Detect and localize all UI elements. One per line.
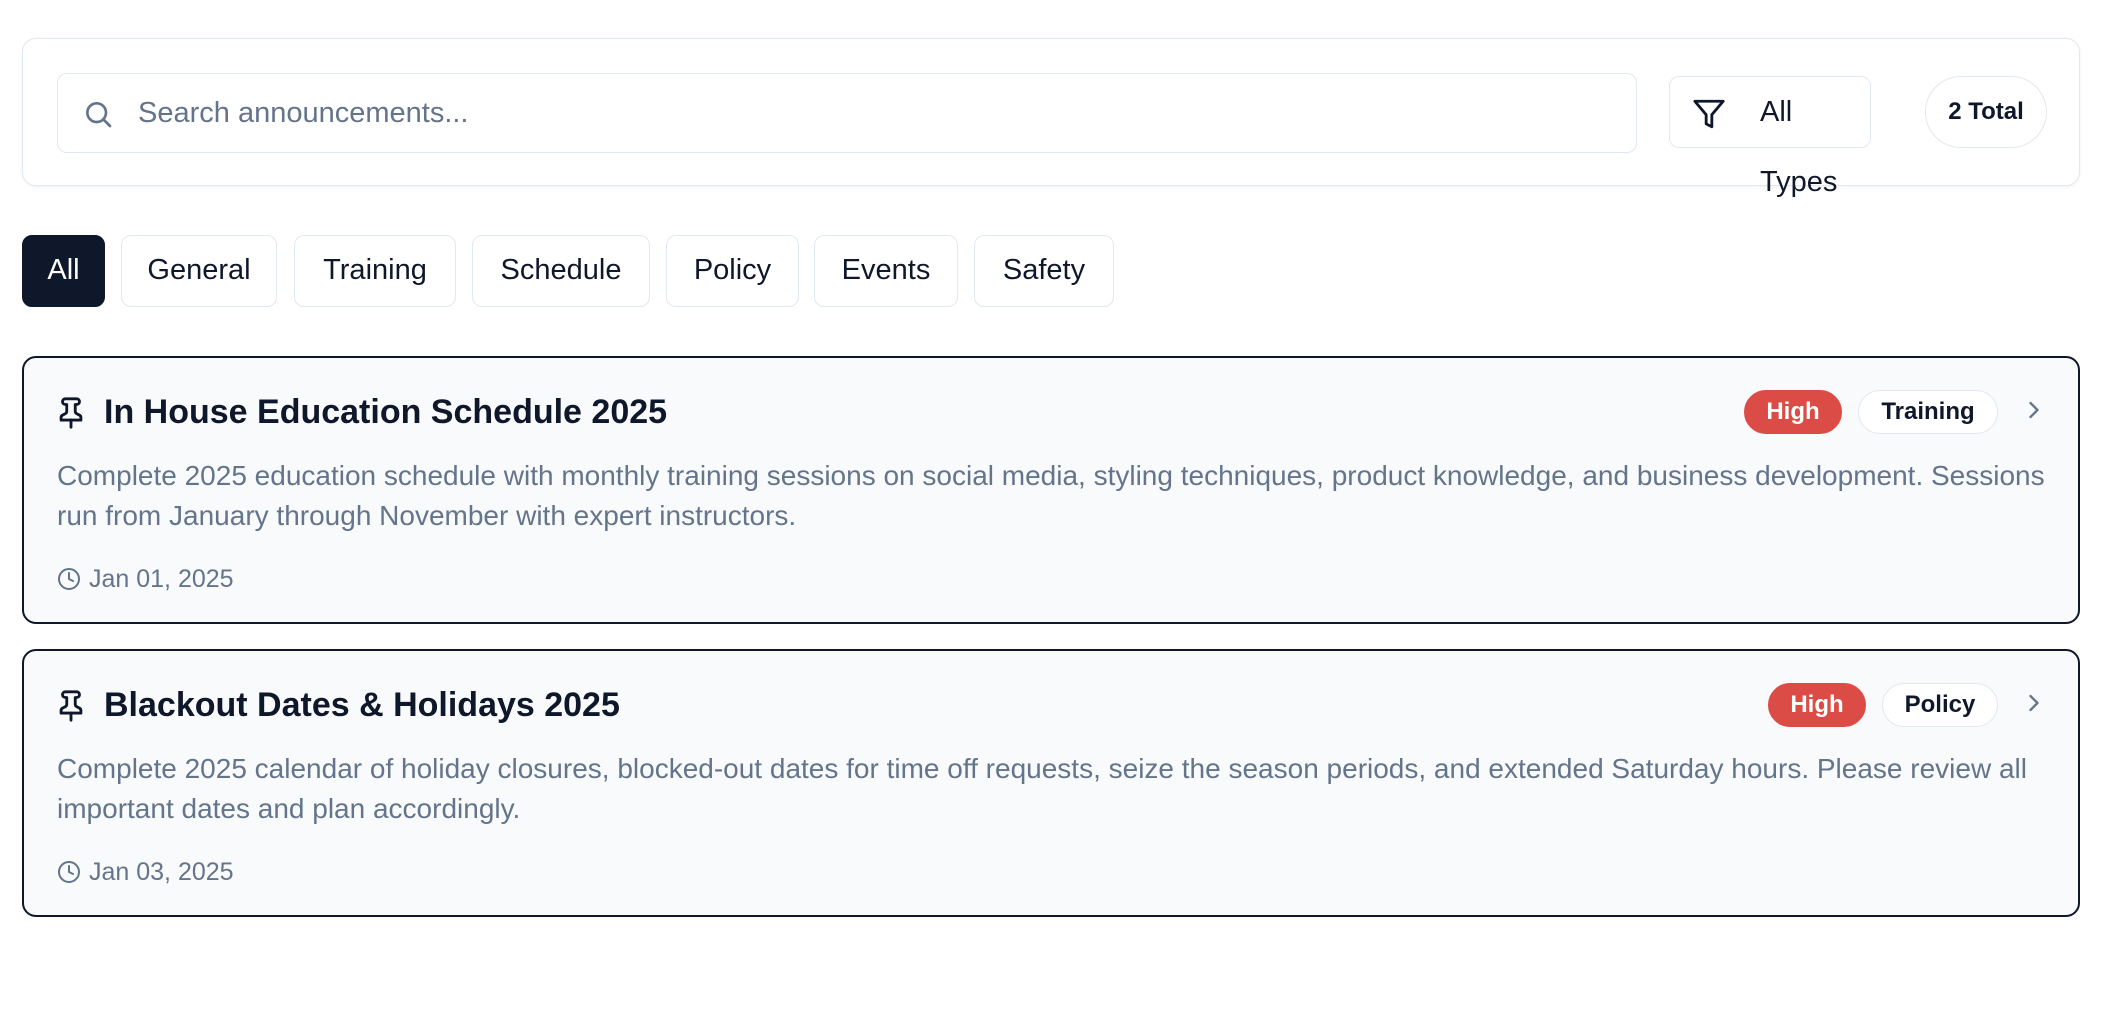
announcement-description: Complete 2025 education schedule with mo… — [57, 460, 2045, 531]
chevron-right-icon[interactable] — [2020, 396, 2048, 424]
priority-badge: High — [1744, 390, 1842, 434]
announcement-date: Jan 01, 2025 — [89, 565, 234, 593]
search-box[interactable] — [57, 73, 1637, 153]
total-count-badge: 2 Total — [1925, 76, 2047, 148]
search-input[interactable] — [138, 74, 1618, 152]
tab-training[interactable]: Training — [294, 235, 456, 307]
chevron-right-icon[interactable] — [2020, 689, 2048, 717]
announcement-title: Blackout Dates & Holidays 2025 — [104, 686, 620, 724]
announcement-title: In House Education Schedule 2025 — [104, 393, 668, 431]
clock-icon — [58, 568, 80, 590]
announcement-date: Jan 03, 2025 — [89, 858, 234, 886]
tab-schedule[interactable]: Schedule — [472, 235, 650, 307]
search-icon — [86, 102, 112, 128]
pin-icon — [59, 690, 83, 722]
announcement-card[interactable]: Blackout Dates & Holidays 2025 High Poli… — [22, 649, 2080, 917]
tab-general[interactable]: General — [121, 235, 277, 307]
category-badge: Training — [1858, 390, 1998, 434]
type-filter-label: All Types — [1760, 96, 1838, 198]
filter-icon — [1693, 99, 1725, 129]
tab-all[interactable]: All — [22, 235, 105, 307]
tab-safety[interactable]: Safety — [974, 235, 1114, 307]
pin-icon — [59, 397, 83, 429]
clock-icon — [58, 861, 80, 883]
category-badge: Policy — [1882, 683, 1998, 727]
priority-badge: High — [1768, 683, 1866, 727]
tab-policy[interactable]: Policy — [666, 235, 799, 307]
announcement-description: Complete 2025 calendar of holiday closur… — [57, 753, 2027, 824]
type-filter-dropdown[interactable]: All Types — [1669, 76, 1871, 198]
tab-events[interactable]: Events — [814, 235, 958, 307]
announcements-toolbar: All Types 2 Total — [22, 38, 2080, 198]
announcement-card[interactable]: In House Education Schedule 2025 High Tr… — [22, 356, 2080, 624]
